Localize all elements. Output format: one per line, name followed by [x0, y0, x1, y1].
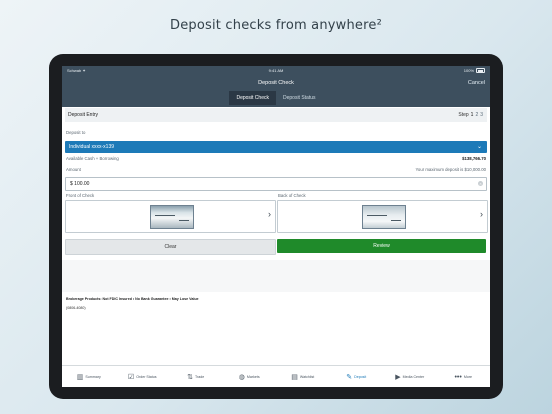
tab-label: More	[463, 375, 473, 379]
status-bar: Schwab ✦ 9:41 AM 100%	[62, 66, 490, 75]
chevron-down-icon: ⌄	[476, 144, 482, 150]
tablet-frame: Schwab ✦ 9:41 AM 100% Deposit Check Canc…	[49, 54, 503, 399]
step-label: Step	[458, 112, 469, 118]
review-button[interactable]: Review	[277, 239, 486, 253]
page-title: Deposit Check	[258, 80, 294, 86]
tab-more[interactable]: ••• More	[437, 366, 491, 387]
content-divider-panel	[62, 260, 490, 292]
more-dots-icon: •••	[454, 373, 462, 381]
front-of-check-card[interactable]: ›	[65, 200, 276, 233]
tab-label: Order Status	[136, 375, 157, 379]
back-check-image	[361, 205, 406, 229]
max-deposit-note: Your maximum deposit is $10,000.00	[415, 167, 486, 172]
tab-deposit[interactable]: ✎ Deposit	[330, 366, 384, 387]
amount-field[interactable]: $ 100.00 ×	[65, 177, 487, 191]
back-of-check-label: Back of Check	[278, 193, 306, 198]
deposit-check-icon: ✎	[346, 374, 353, 381]
tab-label: Trade	[195, 375, 205, 379]
section-title: Deposit Entry	[68, 112, 99, 118]
tab-label: Deposit	[354, 375, 367, 379]
tab-order-status[interactable]: ☑ Order Status	[116, 366, 170, 387]
amount-label: Amount	[66, 167, 81, 172]
deposit-entry-header: Deposit Entry Step 1 2 3	[65, 108, 487, 122]
tab-trade[interactable]: ⇅ Trade	[169, 366, 223, 387]
tab-label: Markets	[246, 375, 260, 379]
marketing-headline: Deposit checks from anywhere²	[169, 18, 383, 33]
available-cash-value: $138,766.70	[462, 156, 486, 161]
tab-deposit-status[interactable]: Deposit Status	[276, 91, 323, 105]
tab-media-center[interactable]: ▶ Media Center	[383, 366, 437, 387]
step-1: 1	[470, 112, 474, 118]
segmented-control: Deposit Check Deposit Status	[62, 91, 490, 107]
tab-label: Summary	[85, 375, 101, 379]
tab-label: Watchlist	[299, 375, 315, 379]
battery-percent: 100%	[463, 68, 474, 73]
battery-indicator: 100%	[464, 66, 485, 75]
disclosure-code: (0806-4080)	[66, 306, 86, 310]
order-status-icon: ☑	[127, 374, 135, 381]
available-cash-label: Available Cash + Borrowing	[66, 156, 119, 161]
selected-account: Individual xxxx-x139	[69, 144, 115, 150]
battery-icon	[476, 68, 485, 73]
bottom-tab-bar: ▥ Summary ☑ Order Status ⇅ Trade ◍ Marke…	[62, 365, 490, 387]
globe-icon: ◍	[238, 374, 245, 381]
chevron-right-icon: ›	[480, 209, 483, 219]
chevron-right-icon: ›	[268, 209, 271, 219]
front-of-check-label: Front of Check	[66, 193, 95, 198]
trade-arrows-icon: ⇅	[187, 374, 194, 381]
step-2: 2	[475, 112, 479, 118]
tab-label: Media Center	[402, 375, 425, 379]
tab-summary[interactable]: ▥ Summary	[62, 366, 116, 387]
front-check-image	[149, 205, 194, 229]
cancel-button[interactable]: Cancel	[468, 75, 485, 91]
account-select[interactable]: Individual xxxx-x139 ⌄	[65, 141, 487, 153]
tab-watchlist[interactable]: ▤ Watchlist	[276, 366, 330, 387]
app-screen: Schwab ✦ 9:41 AM 100% Deposit Check Canc…	[62, 66, 490, 387]
clock-label: 9:41 AM	[268, 68, 284, 73]
clear-button[interactable]: Clear	[65, 239, 276, 255]
back-of-check-card[interactable]: ›	[277, 200, 488, 233]
clear-text-icon[interactable]: ×	[478, 181, 483, 186]
step-3: 3	[480, 112, 483, 118]
nav-bar: Deposit Check Cancel	[62, 75, 490, 91]
disclaimer-text: Brokerage Products: Not FDIC Insured • N…	[66, 297, 199, 301]
tab-deposit-check[interactable]: Deposit Check	[229, 91, 276, 105]
step-indicator: Step 1 2 3	[458, 108, 483, 122]
watchlist-icon: ▤	[291, 374, 298, 381]
amount-value: $ 100.00	[70, 181, 90, 187]
tab-markets[interactable]: ◍ Markets	[223, 366, 277, 387]
bar-chart-icon: ▥	[76, 374, 84, 381]
media-play-icon: ▶	[395, 374, 401, 381]
deposit-to-label: Deposit to	[66, 130, 86, 135]
